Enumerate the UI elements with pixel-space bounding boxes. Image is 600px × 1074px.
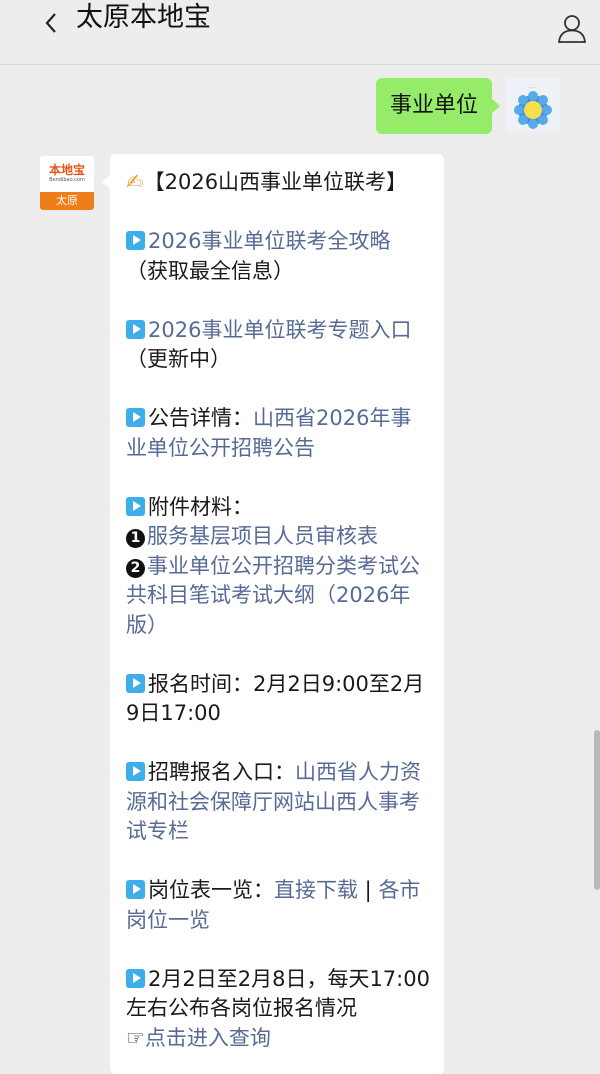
avatar-url: Bendibao.com [49, 177, 85, 183]
guide-link[interactable]: 2026事业单位联考全攻略 [148, 229, 390, 253]
chevron-left-icon [45, 13, 56, 33]
pencil-icon: ✍ [126, 170, 144, 194]
message-item-registration-entry: 招聘报名入口：山西省人力资源和社会保障厅网站山西人事考试专栏 [126, 758, 432, 847]
user-icon[interactable] [556, 12, 588, 44]
user-message-bubble[interactable]: 事业单位 [375, 78, 501, 134]
play-icon [126, 408, 145, 427]
attachment-2-link[interactable]: 事业单位公开招聘分类考试公共科目笔试考试大纲（2026年版） [126, 554, 420, 637]
play-icon [126, 762, 145, 781]
pointing-hand-icon: ☞ [126, 1025, 145, 1050]
avatar-brand: 本地宝 [48, 163, 85, 177]
message-item-positions: 岗位表一览：直接下载 | 各市岗位一览 [126, 876, 432, 935]
download-link[interactable]: 直接下载 [274, 878, 358, 902]
avatar-city: 太原 [40, 192, 94, 210]
positions-label: 岗位表一览： [148, 878, 274, 902]
bot-avatar[interactable]: 本地宝 Bendibao.com 太原 [40, 156, 94, 210]
query-link[interactable]: 点击进入查询 [145, 1026, 271, 1050]
heading-text: 【2026山西事业单位联考】 [143, 170, 408, 194]
guide-note: （获取最全信息） [126, 258, 294, 283]
play-icon [126, 319, 145, 339]
user-message-text: 事业单位 [389, 93, 478, 118]
registration-time-text: 报名时间：2月2日9:00至2月9日17:00 [126, 671, 425, 726]
message-heading: ✍【2026山西事业单位联考】 [126, 168, 432, 198]
avatar-logo: 本地宝 Bendibao.com [40, 156, 94, 192]
message-item-guide: 2026事业单位联考全攻略 （获取最全信息） [126, 227, 432, 286]
announcement-label: 公告详情： [148, 406, 253, 430]
scrollbar[interactable] [594, 730, 600, 890]
topic-note: （更新中） [126, 347, 231, 371]
message-item-announcement: 公告详情：山西省2026年事业单位公开招聘公告 [126, 404, 432, 463]
message-item-registration-time: 报名时间：2月2日9:00至2月9日17:00 [126, 670, 432, 729]
back-button[interactable] [36, 8, 66, 38]
attachments-label: 附件材料： [148, 494, 253, 519]
message-item-attachments: 附件材料： 1 服务基层项目人员审核表 2 事业单位公开招聘分类考试公共科目笔试考试… [126, 493, 432, 641]
play-icon [126, 673, 145, 693]
bot-message-bubble: ✍【2026山西事业单位联考】 2026事业单位联考全攻略 （获取最全信息） 20… [102, 154, 444, 1074]
my-avatar[interactable]: ····· [506, 78, 560, 132]
play-icon [126, 880, 145, 899]
message-item-topic: 2026事业单位联考专题入口 （更新中） [126, 316, 432, 375]
play-icon [126, 496, 145, 516]
svg-text:·····: ····· [529, 85, 537, 91]
attachment-1-link[interactable]: 服务基层项目人员审核表 [147, 524, 378, 548]
number-two-icon: 2 [126, 558, 145, 578]
number-one-icon: 1 [126, 529, 145, 548]
chat-header: 太原本地宝 [0, 0, 600, 65]
registration-entry-label: 招聘报名入口： [148, 760, 295, 784]
separator: | [358, 878, 379, 902]
play-icon [126, 968, 145, 988]
daily-status-text: 2月2日至2月8日，每天17:00左右公布各岗位报名情况 [126, 966, 430, 1021]
message-item-daily-status: 2月2日至2月8日，每天17:00左右公布各岗位报名情况 ☞点击进入查询 [126, 965, 432, 1054]
topic-link[interactable]: 2026事业单位联考专题入口 [148, 318, 411, 342]
chat-title: 太原本地宝 [76, 2, 211, 33]
play-icon [126, 231, 145, 250]
